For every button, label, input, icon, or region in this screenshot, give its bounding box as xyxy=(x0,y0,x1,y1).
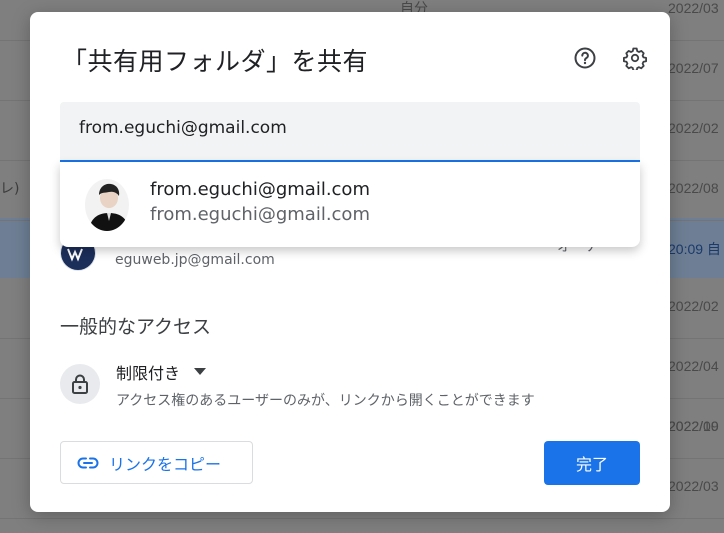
help-button[interactable] xyxy=(571,44,599,72)
general-access-heading: 一般的なアクセス xyxy=(60,316,212,338)
copy-link-label: リンクをコピー xyxy=(109,454,222,474)
avatar xyxy=(85,179,129,231)
lock-icon xyxy=(72,374,88,394)
background-date: 2022/04 xyxy=(668,358,719,374)
profile-photo-icon xyxy=(85,179,129,231)
background-date: 20:09 自 xyxy=(668,241,721,257)
help-circle-icon xyxy=(574,47,596,69)
background-date: 2022/03 xyxy=(668,0,719,16)
access-level-dropdown[interactable]: 制限付き xyxy=(116,360,207,384)
lock-badge xyxy=(60,364,100,404)
suggestion-email: from.eguchi@gmail.com xyxy=(150,204,370,225)
background-date: 2022/07 xyxy=(668,60,719,76)
add-people-input[interactable] xyxy=(79,118,619,138)
add-people-field[interactable] xyxy=(60,102,640,162)
copy-link-button[interactable]: リンクをコピー xyxy=(60,441,253,484)
contact-suggestion-item[interactable]: from.eguchi@gmail.com from.eguchi@gmail.… xyxy=(60,162,640,247)
background-date: 2022/10 xyxy=(668,418,719,434)
gear-icon xyxy=(623,47,647,70)
access-level-label: 制限付き xyxy=(116,364,181,383)
dialog-title: 「共有用フォルダ」を共有 xyxy=(62,47,369,76)
access-description: アクセス権のあるユーザーのみが、リンクから開くことができます xyxy=(116,393,535,409)
background-date: 2022/08 xyxy=(668,180,719,196)
background-date: 2022/03 xyxy=(668,478,719,494)
link-icon xyxy=(77,457,99,468)
background-date: 2022/02 xyxy=(668,120,719,136)
background-fragment: レ) xyxy=(0,181,20,197)
done-button[interactable]: 完了 xyxy=(544,441,640,485)
suggestion-name: from.eguchi@gmail.com xyxy=(150,179,370,200)
owner-email: eguweb.jp@gmail.com xyxy=(115,252,275,268)
background-date: 2022/02 xyxy=(668,298,719,314)
share-dialog: 「共有用フォルダ」を共有 eguweb.jp@gmail.com オーナー 一般… xyxy=(30,12,670,512)
settings-button[interactable] xyxy=(621,44,649,72)
caret-down-icon xyxy=(194,368,207,375)
